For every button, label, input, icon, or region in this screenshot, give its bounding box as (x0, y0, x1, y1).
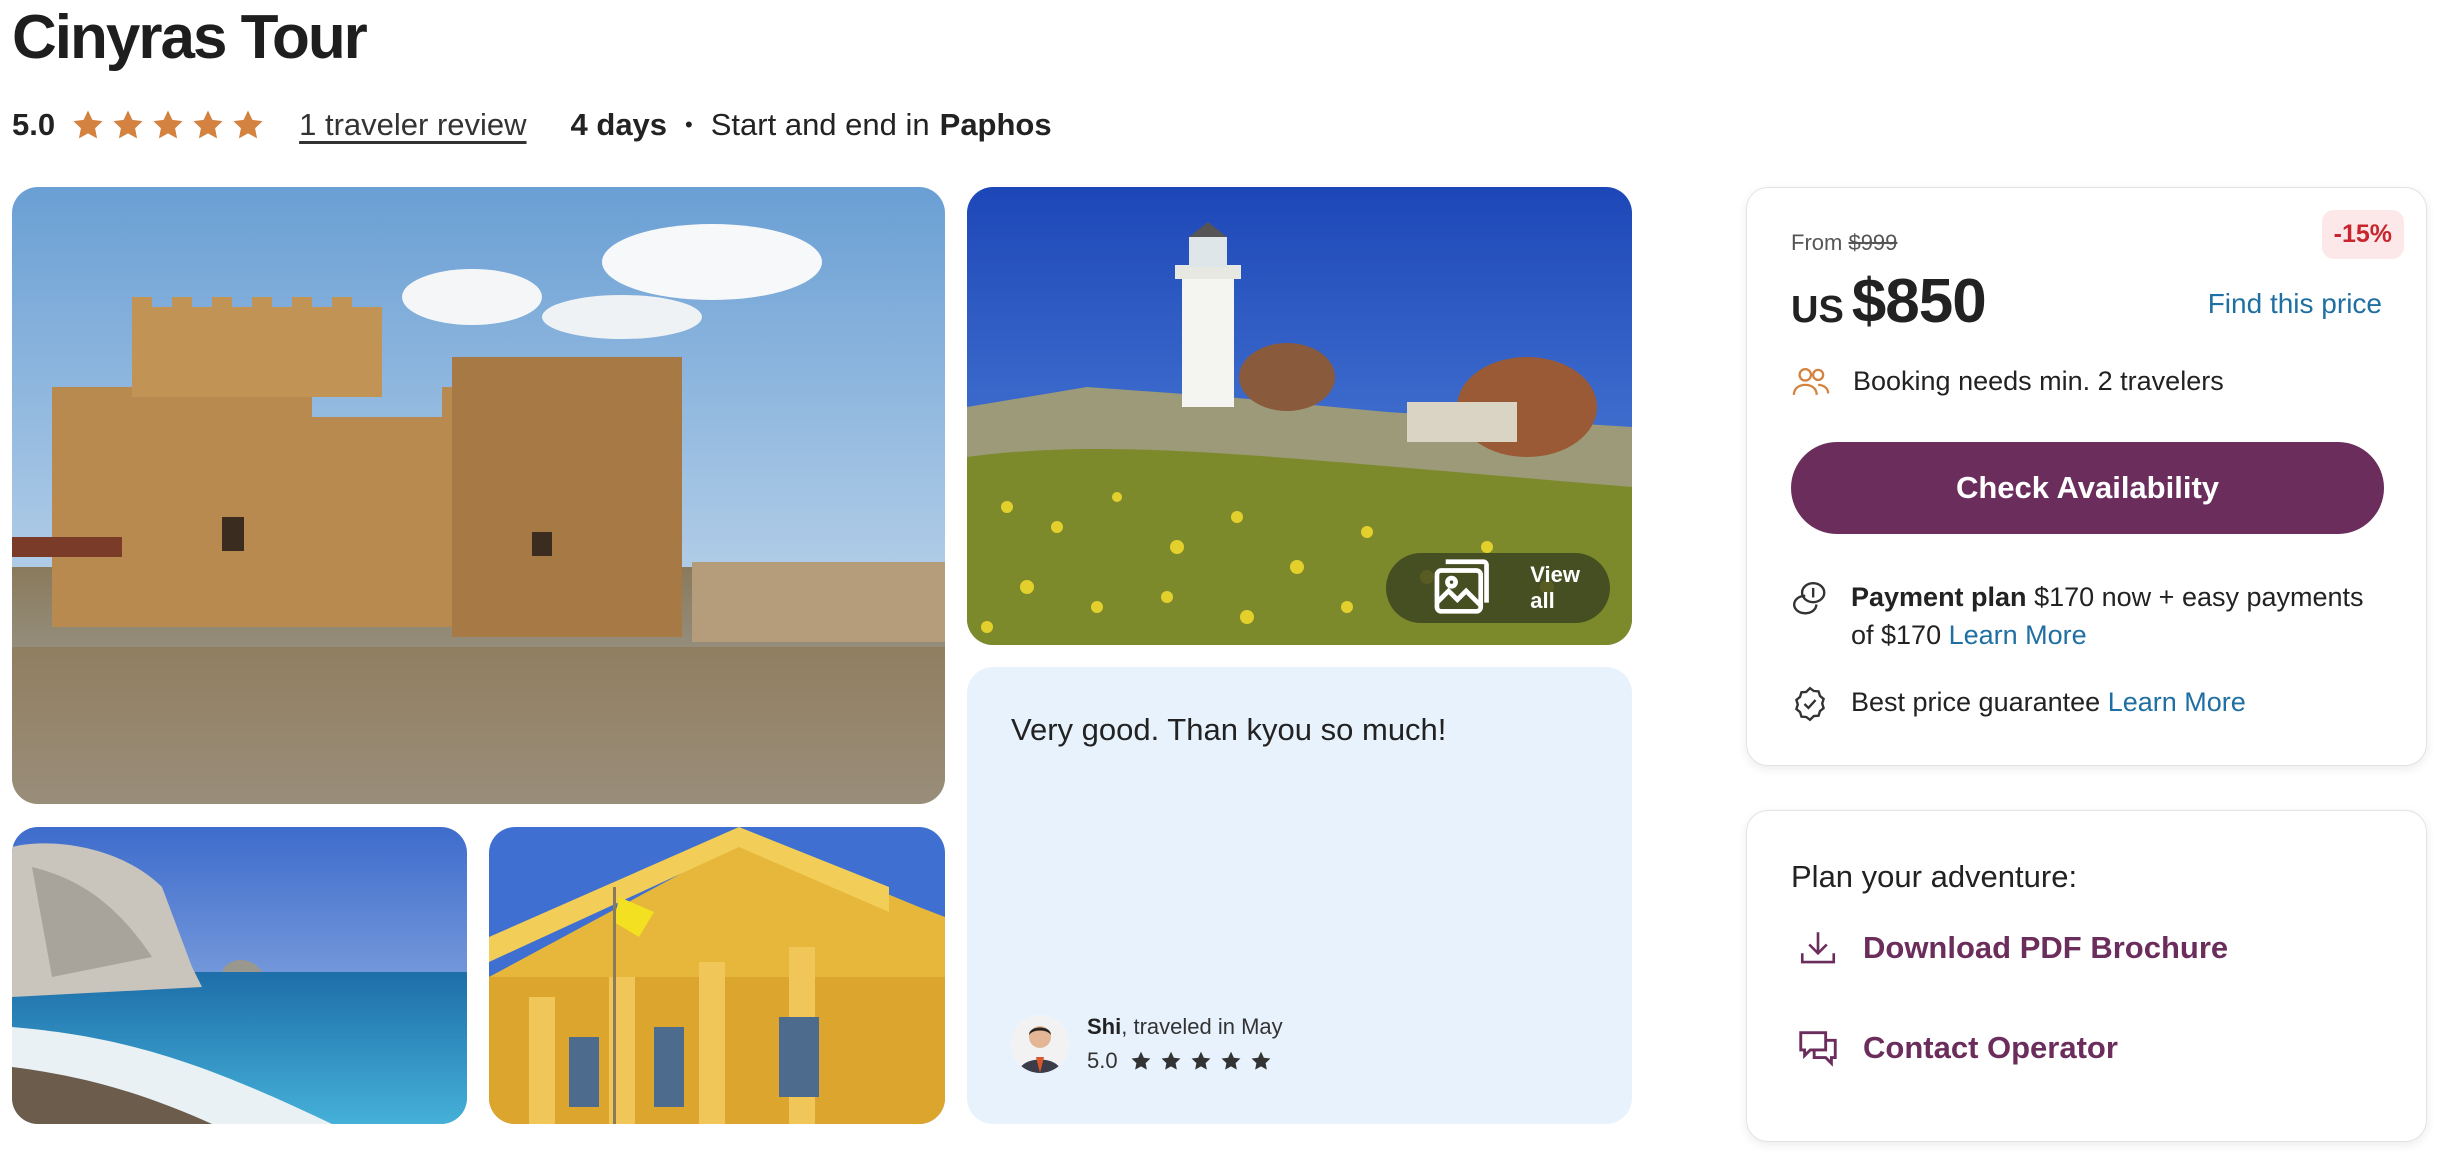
booking-note: Booking needs min. 2 travelers (1853, 366, 2224, 396)
guarantee-label: Best price guarantee (1851, 687, 2101, 717)
plan-title: Plan your adventure: (1791, 859, 2078, 894)
avatar (1011, 1015, 1069, 1073)
payment-learn-more-link[interactable]: Learn More (1949, 620, 2087, 650)
price-amount: $850 (1851, 267, 1987, 336)
reviewer-rating: 5.0 (1087, 1044, 1283, 1078)
download-brochure-label: Download PDF Brochure (1863, 930, 2229, 965)
rock-beach-photo[interactable] (12, 827, 467, 1124)
traveler-review-link[interactable]: 1 traveler review (299, 107, 526, 143)
lighthouse-photo[interactable]: View all (967, 187, 1632, 645)
guarantee-learn-more-link[interactable]: Learn More (2108, 687, 2246, 717)
discount-badge: -15% (2321, 210, 2404, 259)
reviewer-rating-value: 5.0 (1087, 1048, 1118, 1073)
from-label: From (1791, 230, 1843, 255)
star-icon (73, 110, 103, 139)
star-icon (153, 110, 183, 139)
star-icon (1131, 1051, 1151, 1070)
tour-title: Cinyras Tour (12, 3, 368, 72)
star-icon (233, 110, 263, 139)
plan-card: Plan your adventure: Download PDF Brochu… (1746, 810, 2427, 1142)
tour-duration: 4 days (570, 107, 668, 142)
check-availability-button[interactable]: Check Availability (1791, 442, 2384, 534)
route-prefix: Start and end in (710, 107, 930, 142)
contact-operator-label: Contact Operator (1863, 1030, 2118, 1065)
price-guarantee: Best price guarantee Learn More (1791, 683, 2246, 723)
star-icon (1221, 1051, 1241, 1070)
original-price: $999 (1848, 230, 1898, 255)
price-currency: US (1791, 289, 1844, 331)
contact-operator-link[interactable]: Contact Operator (1795, 1025, 2118, 1071)
star-icon (1251, 1051, 1271, 1070)
star-icon (113, 110, 143, 139)
castle-photo[interactable] (12, 187, 945, 804)
payment-plan-label: Payment plan (1851, 582, 2027, 612)
gallery-icon (1434, 559, 1489, 614)
booking-requirement: Booking needs min. 2 travelers (1791, 362, 2224, 400)
review-card: Very good. Than kyou so much! Shi, trave… (967, 667, 1632, 1124)
payment-plan: Payment plan $170 now + easy payments of… (1791, 578, 2391, 654)
tour-stars (71, 108, 271, 142)
reviewer-name: Shi (1087, 1014, 1122, 1039)
current-price: US $850 (1791, 266, 1987, 337)
reviewer: Shi, traveled in May 5.0 (1011, 1010, 1283, 1078)
church-photo[interactable] (489, 827, 945, 1124)
separator-dot: • (685, 112, 693, 137)
from-price: From $999 (1791, 230, 1897, 256)
star-icon (193, 110, 223, 139)
tour-rating: 5.0 (12, 107, 56, 142)
price-card: From $999 -15% US $850 Find this price B… (1746, 187, 2427, 766)
star-icon (1161, 1051, 1181, 1070)
download-icon (1800, 932, 1836, 964)
view-all-label: View all (1530, 562, 1580, 613)
find-this-price-link[interactable]: Find this price (2208, 288, 2382, 320)
route-city: Paphos (939, 107, 1052, 142)
chat-icon (1799, 1031, 1837, 1067)
travelers-icon (1792, 368, 1830, 395)
tour-meta: 5.0 1 traveler review 4 days • Start and… (12, 100, 1052, 150)
badge-check-icon (1795, 686, 1825, 722)
coins-icon (1792, 581, 1826, 615)
view-all-button[interactable]: View all (1385, 553, 1610, 623)
star-icon (1191, 1051, 1211, 1070)
reviewer-note: , traveled in May (1121, 1014, 1283, 1039)
download-brochure-link[interactable]: Download PDF Brochure (1795, 927, 2228, 969)
review-text: Very good. Than kyou so much! (1011, 712, 1447, 747)
